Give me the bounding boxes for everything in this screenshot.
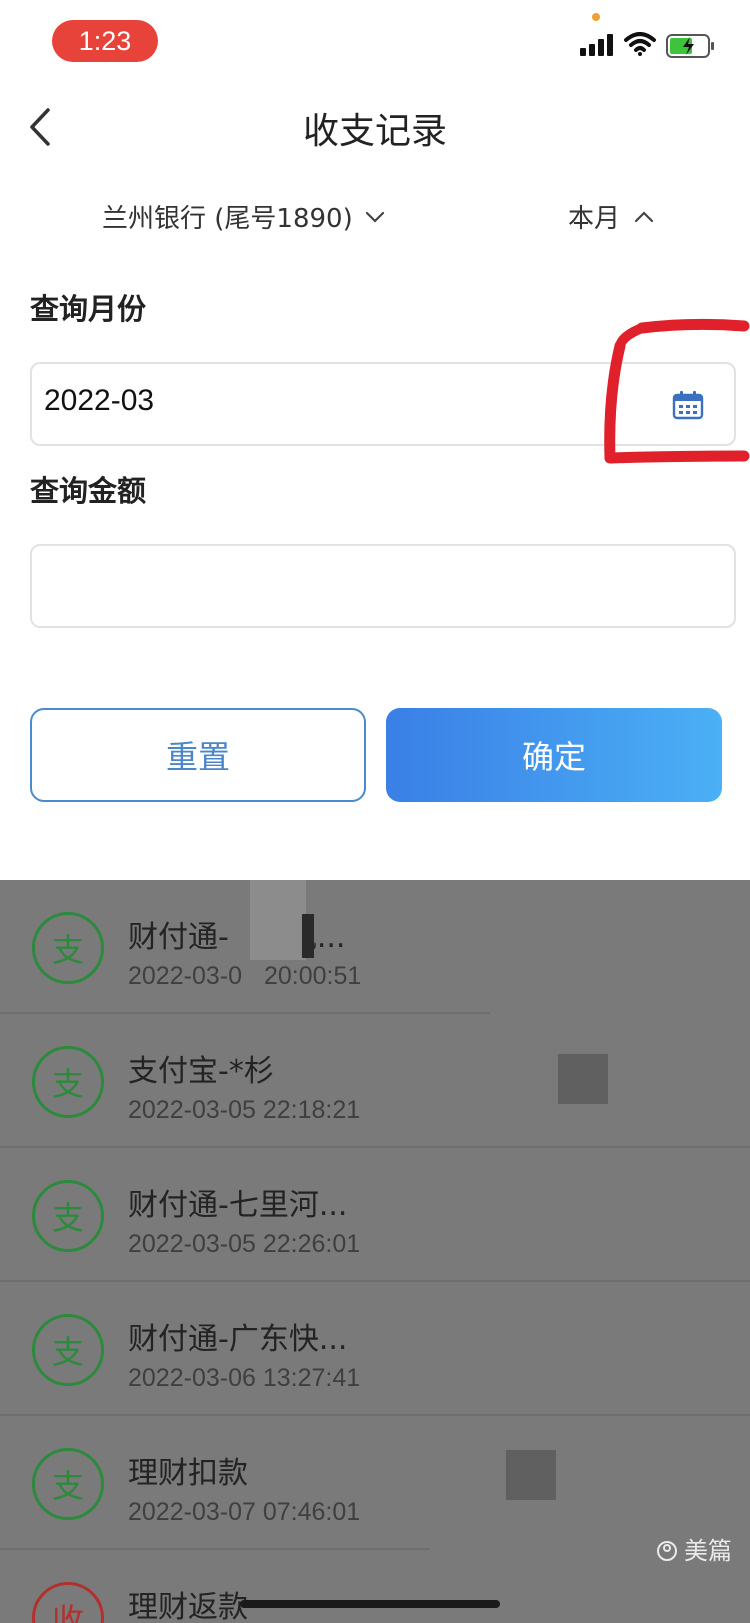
redaction-block	[506, 1450, 556, 1500]
transaction-time: 2022-03-05 22:26:01	[128, 1230, 361, 1258]
meipian-logo-icon	[657, 1541, 677, 1561]
transaction-title: 理财扣款	[128, 1456, 248, 1491]
list-item[interactable]: 支 理财扣款 2022-03-07 07:46:01	[0, 1416, 750, 1550]
navigation-bar: 收支记录	[0, 84, 750, 170]
watermark: 美篇	[656, 1537, 732, 1565]
confirm-button[interactable]: 确定	[386, 708, 722, 802]
transaction-list: 支 财付通- 凤... 2022-03-0 20:00:51 支 支付宝-*杉 20…	[0, 880, 750, 1623]
list-item[interactable]: 支 财付通- 凤... 2022-03-0 20:00:51	[0, 880, 750, 1014]
status-bar: 1:23	[0, 0, 750, 84]
transaction-title: 财付通-广东快...	[128, 1322, 348, 1357]
transaction-time: 2022-03-05 22:18:21	[128, 1096, 361, 1124]
list-item[interactable]: 支 支付宝-*杉 2022-03-05 22:18:21	[0, 1014, 750, 1148]
expense-badge: 支	[32, 1046, 104, 1118]
bank-account-label: 兰州银行 (尾号1890)	[102, 204, 353, 234]
calendar-button[interactable]	[672, 390, 704, 424]
privacy-indicator-dot	[592, 13, 600, 21]
cellular-signal-icon	[580, 34, 613, 56]
reset-button[interactable]: 重置	[30, 708, 366, 802]
filter-row: 兰州银行 (尾号1890) 本月	[0, 196, 750, 246]
query-month-label: 查询月份	[30, 292, 147, 326]
expense-badge: 支	[32, 1180, 104, 1252]
transaction-time: 2022-03-07 07:46:01	[128, 1498, 361, 1526]
period-label: 本月	[568, 204, 621, 234]
page-title: 收支记录	[302, 111, 447, 152]
chevron-down-icon	[365, 211, 384, 223]
income-badge: 收	[32, 1582, 104, 1623]
list-item[interactable]: 支 财付通-广东快... 2022-03-06 13:27:41	[0, 1282, 750, 1416]
wifi-icon	[624, 32, 656, 56]
list-item[interactable]: 支 财付通-七里河... 2022-03-05 22:26:01	[0, 1148, 750, 1282]
transaction-time: 2022-03-06 13:27:41	[128, 1364, 361, 1392]
chevron-up-icon	[634, 210, 654, 222]
battery-charging-icon	[666, 34, 714, 58]
transaction-title: 财付通-七里河...	[128, 1188, 348, 1223]
redaction-block	[302, 914, 314, 958]
bank-account-dropdown[interactable]: 兰州银行 (尾号1890)	[102, 198, 385, 235]
home-indicator	[240, 1600, 500, 1608]
query-amount-field[interactable]	[30, 544, 736, 628]
query-month-value: 2022-03	[44, 384, 155, 417]
period-dropdown[interactable]: 本月	[568, 198, 654, 235]
transaction-title: 支付宝-*杉	[128, 1054, 274, 1089]
redaction-block	[250, 880, 306, 960]
calendar-icon	[672, 391, 704, 420]
status-time: 1:23	[52, 20, 158, 62]
transaction-time: 2022-03-0 20:00:51	[128, 962, 362, 990]
query-month-field[interactable]: 2022-03	[30, 362, 736, 446]
transaction-title: 理财返款	[128, 1590, 248, 1623]
redaction-block	[558, 1054, 608, 1104]
watermark-logo: 美篇	[656, 1537, 732, 1565]
expense-badge: 支	[32, 912, 104, 984]
expense-badge: 支	[32, 1448, 104, 1520]
list-item[interactable]: 收 理财返款	[0, 1550, 750, 1623]
query-amount-label: 查询金额	[30, 474, 147, 508]
watermark-brand: 美篇	[684, 1537, 732, 1565]
expense-badge: 支	[32, 1314, 104, 1386]
